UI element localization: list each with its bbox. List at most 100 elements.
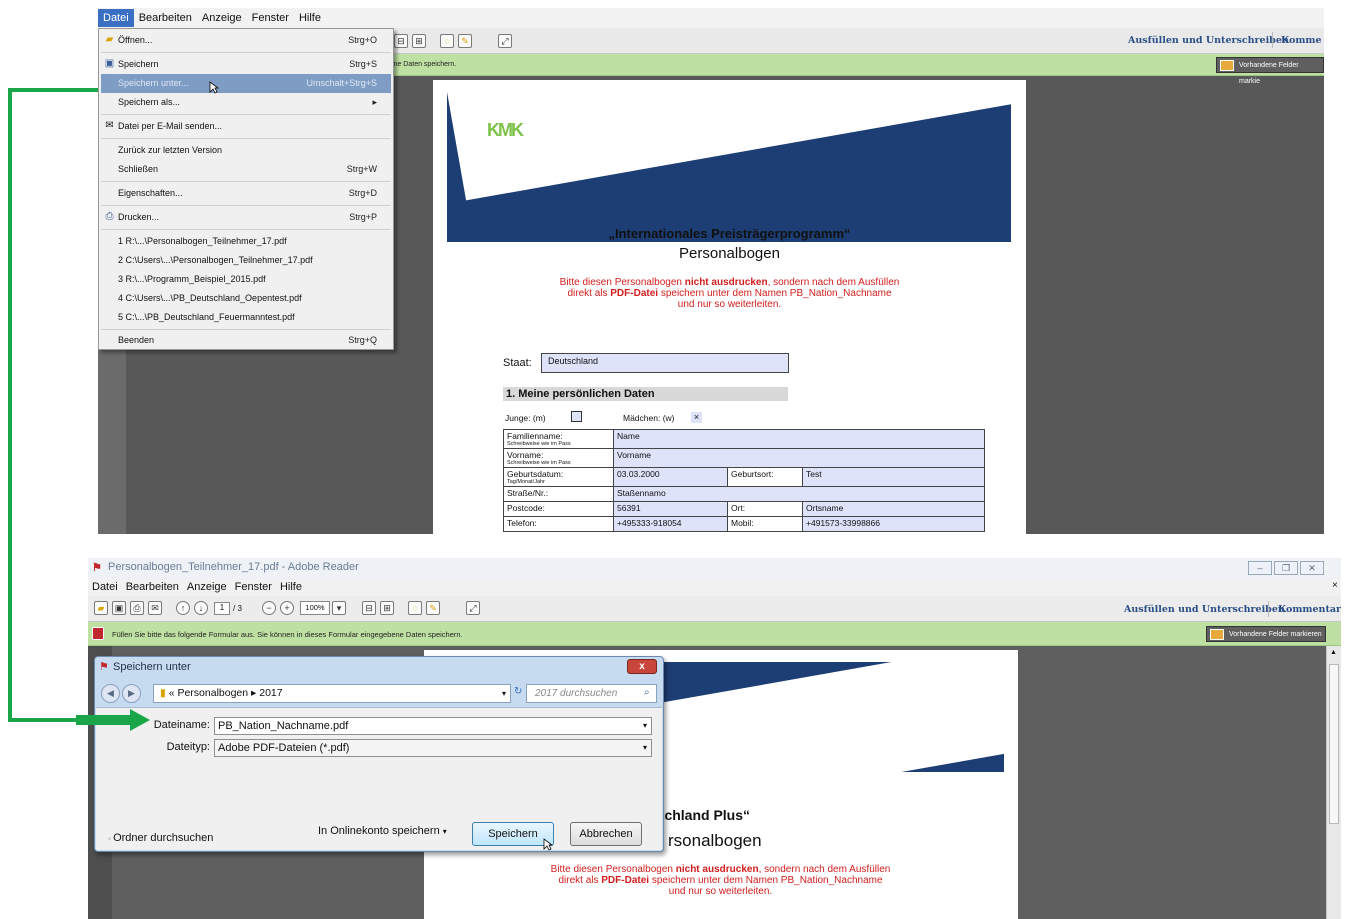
save-icon[interactable]: ▣	[112, 601, 126, 615]
menu-anzeige[interactable]: Anzeige	[183, 581, 231, 593]
mark-fields-button[interactable]: Vorhandene Felder markie	[1216, 57, 1324, 85]
print-icon[interactable]: ⎙	[130, 601, 144, 615]
menu-datei[interactable]: Datei	[88, 581, 122, 593]
table-row: Vorname: Schreibweise wie im Pass Vorname	[503, 448, 985, 468]
fill-sign-button[interactable]: Ausfüllen und Unterschreiben	[1128, 35, 1289, 46]
menu-item-close[interactable]: Schließen Strg+W	[101, 160, 391, 179]
breadcrumb[interactable]: ▮ « Personalbogen ▸ 2017 ▾	[153, 684, 511, 703]
strasse-field[interactable]: Staßennamo	[613, 486, 985, 502]
search-icon[interactable]: ⌕	[644, 687, 650, 698]
menu-item-print[interactable]: ⎙ Drucken... Strg+P	[101, 208, 391, 227]
filetype-dropdown-icon[interactable]: ▾	[643, 740, 647, 756]
page-fit-icon[interactable]: ⊟	[394, 34, 408, 48]
menu-item-recent-3[interactable]: 3 R:\...\Programm_Beispiel_2015.pdf	[101, 270, 391, 289]
zoom-dropdown-icon[interactable]: ▾	[332, 601, 346, 615]
menu-fenster[interactable]: Fenster	[231, 581, 276, 593]
email-icon: ✉	[105, 120, 114, 131]
menu-item-recent-5[interactable]: 5 C:\...\PB_Deutschland_Feuermanntest.pd…	[101, 308, 391, 327]
filename-input[interactable]: PB_Nation_Nachname.pdf ▾	[214, 717, 652, 735]
menu-item-recent-1[interactable]: 1 R:\...\Personalbogen_Teilnehmer_17.pdf	[101, 232, 391, 251]
search-input[interactable]: 2017 durchsuchen	[526, 684, 657, 703]
highlight-icon[interactable]: ✎	[458, 34, 472, 48]
online-dropdown-icon[interactable]: ▾	[443, 827, 447, 836]
comment-icon[interactable]: ◌	[440, 34, 454, 48]
email-icon[interactable]: ✉	[148, 601, 162, 615]
close-doc-icon[interactable]: ×	[1328, 580, 1341, 591]
fill-sign-button[interactable]: Ausfüllen und Unterschreiben	[1124, 604, 1285, 615]
menu-item-save-as[interactable]: Speichern unter... Umschalt+Strg+S	[101, 74, 391, 93]
menu-fenster[interactable]: Fenster	[247, 9, 294, 27]
breadcrumb-separator-icon[interactable]: ▸	[251, 687, 256, 699]
menu-hilfe[interactable]: Hilfe	[276, 581, 306, 593]
menu-item-email[interactable]: ✉ Datei per E-Mail senden...	[101, 117, 391, 136]
fullscreen-icon[interactable]: ⤢	[466, 601, 480, 615]
vertical-scrollbar[interactable]: ▲	[1326, 646, 1341, 919]
maximize-button[interactable]: ❐	[1274, 561, 1298, 575]
table-row: Straße/Nr.: Staßennamo	[503, 486, 985, 502]
menu-item-properties[interactable]: Eigenschaften... Strg+D	[101, 184, 391, 203]
file-menu-dropdown: ▰ Öffnen... Strg+O ▣ Speichern Strg+S Speich…	[98, 28, 394, 350]
filename-dropdown-icon[interactable]: ▾	[643, 718, 647, 734]
refresh-icon[interactable]: ↻	[514, 686, 522, 697]
scroll-up-icon[interactable]: ▲	[1330, 649, 1337, 656]
fullscreen-icon[interactable]: ⤢	[498, 34, 512, 48]
back-icon[interactable]: ◀	[101, 684, 120, 703]
page-number-input[interactable]: 1	[214, 602, 230, 615]
open-icon[interactable]: ▰	[94, 601, 108, 615]
fit-width-icon[interactable]: ⊞	[380, 601, 394, 615]
postcode-field[interactable]: 56391	[613, 501, 728, 517]
open-folder-icon: ▰	[105, 34, 114, 45]
zoom-input[interactable]: 100%	[300, 601, 330, 615]
junge-checkbox[interactable]	[571, 411, 582, 422]
breadcrumb-2017[interactable]: 2017	[259, 687, 282, 699]
zoom-out-icon[interactable]: −	[262, 601, 276, 615]
save-button[interactable]: Speichern	[472, 822, 554, 846]
cancel-button[interactable]: Abbrechen	[570, 822, 642, 846]
previous-page-icon[interactable]: ↑	[176, 601, 190, 615]
familienname-field[interactable]: Name	[613, 429, 985, 449]
browse-folders-toggle[interactable]: ◦ Ordner durchsuchen	[108, 832, 213, 844]
telefon-field[interactable]: +495333-918054	[613, 516, 728, 532]
mobil-field[interactable]: +491573-33998866	[802, 516, 985, 532]
comment-icon[interactable]: ◌	[408, 601, 422, 615]
ort-field[interactable]: Ortsname	[802, 501, 985, 517]
scroll-thumb[interactable]	[1329, 664, 1339, 824]
breadcrumb-personalbogen[interactable]: Personalbogen	[177, 687, 248, 699]
close-window-button[interactable]: ✕	[1300, 561, 1324, 575]
staat-field[interactable]: Deutschland	[541, 353, 789, 373]
menu-anzeige[interactable]: Anzeige	[197, 9, 247, 27]
menu-item-open[interactable]: ▰ Öffnen... Strg+O	[101, 31, 391, 50]
mark-fields-button[interactable]: Vorhandene Felder markieren	[1206, 626, 1326, 642]
doc-title: „Internationales Preisträgerprogramm“	[608, 226, 851, 241]
history-dropdown-icon[interactable]: ▾	[502, 685, 506, 702]
maedchen-checkbox[interactable]: ×	[691, 412, 702, 423]
menu-item-revert[interactable]: Zurück zur letzten Version	[101, 141, 391, 160]
menu-bearbeiten[interactable]: Bearbeiten	[122, 581, 183, 593]
menu-item-recent-4[interactable]: 4 C:\Users\...\PB_Deutschland_Oepentest.…	[101, 289, 391, 308]
geburtsdatum-field[interactable]: 03.03.2000	[613, 467, 728, 487]
page-fit-icon[interactable]: ⊟	[362, 601, 376, 615]
dialog-close-button[interactable]: x	[627, 659, 657, 674]
geburtsort-field[interactable]: Test	[802, 467, 985, 487]
menu-hilfe[interactable]: Hilfe	[294, 9, 326, 27]
menu-separator	[101, 114, 391, 115]
fit-width-icon[interactable]: ⊞	[412, 34, 426, 48]
menu-bearbeiten[interactable]: Bearbeiten	[134, 9, 197, 27]
vorname-field[interactable]: Vorname	[613, 448, 985, 468]
minimize-button[interactable]: –	[1248, 561, 1272, 575]
zoom-in-icon[interactable]: +	[280, 601, 294, 615]
filetype-select[interactable]: Adobe PDF-Dateien (*.pdf) ▾	[214, 739, 652, 757]
menu-item-save[interactable]: ▣ Speichern Strg+S	[101, 55, 391, 74]
comment-button[interactable]: Komme	[1281, 35, 1322, 46]
highlight-icon[interactable]: ✎	[426, 601, 440, 615]
menu-item-save-as-other[interactable]: Speichern als... ▸	[101, 93, 391, 112]
forward-icon[interactable]: ▶	[122, 684, 141, 703]
save-to-online-account[interactable]: In Onlinekonto speichern ▾	[318, 825, 447, 837]
bottom-toolbar: ▰ ▣ ⎙ ✉ ↑ ↓ 1 / 3 − + 100% ▾ ⊟ ⊞ ◌ ✎ ⤢ A…	[88, 596, 1341, 622]
vorname-label: Vorname: Schreibweise wie im Pass	[503, 448, 614, 468]
comment-button[interactable]: Kommentar	[1278, 604, 1341, 615]
menu-datei[interactable]: Datei	[98, 9, 134, 27]
menu-item-exit[interactable]: Beenden Strg+Q	[101, 331, 391, 350]
next-page-icon[interactable]: ↓	[194, 601, 208, 615]
menu-item-recent-2[interactable]: 2 C:\Users\...\Personalbogen_Teilnehmer_…	[101, 251, 391, 270]
